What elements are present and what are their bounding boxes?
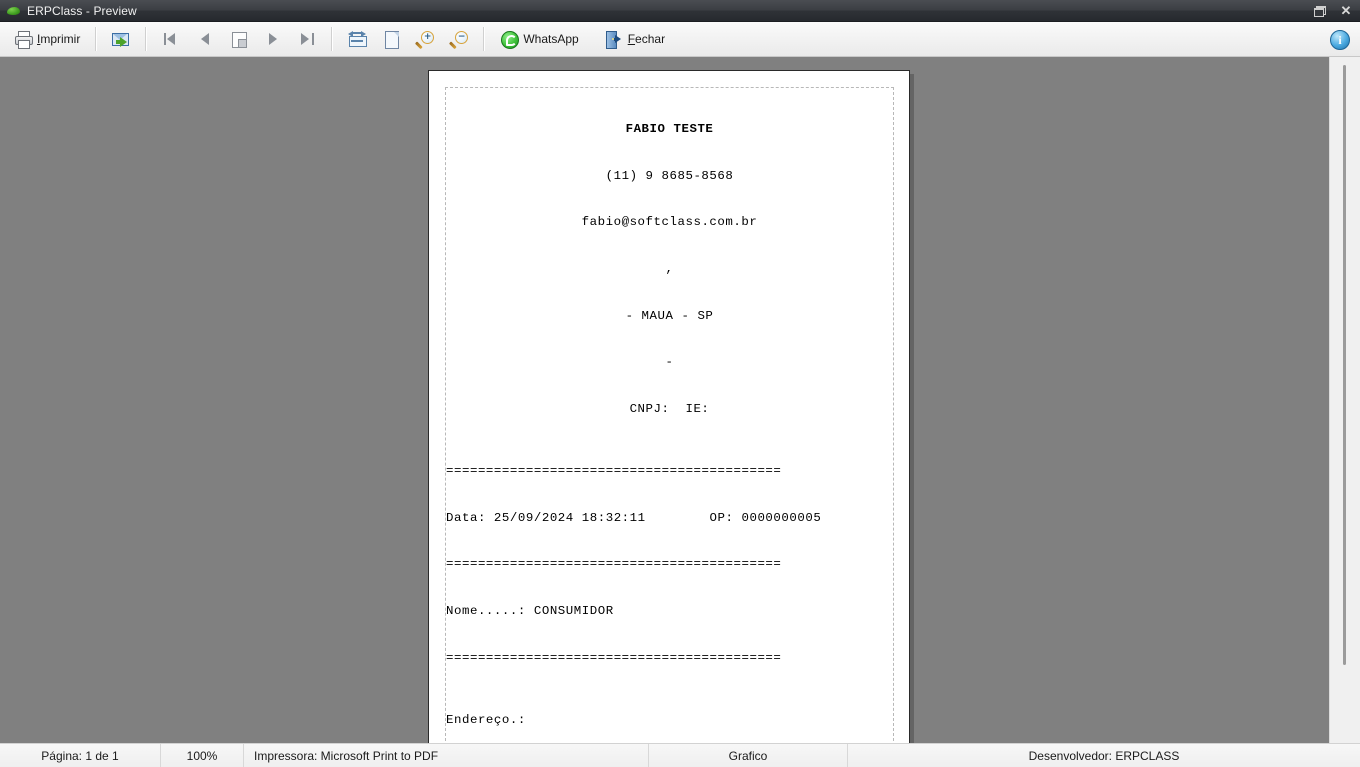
status-developer: Desenvolvedor: ERPCLASS (1028, 748, 1180, 763)
company-dash: - (665, 355, 674, 370)
close-preview-label: Fechar (627, 32, 666, 46)
first-page-button[interactable] (154, 25, 188, 53)
toolbar-group-actions: WhatsApp Fechar (492, 22, 673, 56)
company-phone: (11) 9 8685-8568 (605, 168, 734, 183)
toolbar-separator-4 (483, 27, 486, 51)
leaf-icon (6, 3, 21, 18)
toolbar: Imprimir + − WhatsApp Fechar i (0, 22, 1360, 57)
printer-icon (14, 30, 33, 49)
last-page-icon (298, 30, 316, 48)
mail-export-icon (112, 30, 130, 48)
vertical-scrollbar[interactable] (1329, 57, 1360, 743)
zoom-out-button[interactable]: − (442, 25, 476, 53)
next-page-icon (264, 30, 282, 48)
status-bar: Página: 1 de 1 100% Impressora: Microsof… (0, 743, 1360, 767)
toolbar-group-view: + − (340, 22, 476, 56)
last-page-button[interactable] (290, 25, 324, 53)
fit-width-icon (348, 30, 368, 48)
company-address: , (665, 262, 674, 277)
company-email: fabio@softclass.com.br (581, 215, 758, 230)
company-cnpj-ie: CNPJ: IE: (629, 401, 710, 416)
whatsapp-icon (500, 30, 520, 49)
status-render-mode: Grafico (649, 744, 848, 767)
company-name: FABIO TESTE (625, 122, 714, 137)
close-window-button[interactable]: ✕ (1332, 0, 1360, 21)
fit-width-button[interactable] (340, 25, 374, 53)
vertical-scrollbar-thumb[interactable] (1343, 65, 1346, 665)
preview-canvas: FABIO TESTE (11) 9 8685-8568 fabio@softc… (0, 57, 1330, 743)
erpclass-preview-window: ERPClass - Preview ✕ Imprimir + − WhatsA… (0, 0, 1360, 767)
status-page-indicator: Página: 1 de 1 (0, 744, 161, 767)
window-title: ERPClass - Preview (27, 3, 137, 18)
toolbar-separator-3 (331, 27, 334, 51)
window-buttons: ✕ (1306, 0, 1360, 21)
separator-double-3: ========================================… (446, 650, 782, 665)
customer-name-line: Nome.....: CONSUMIDOR (446, 604, 614, 619)
exit-door-icon (605, 30, 623, 49)
separator-double-2: ========================================… (446, 557, 782, 572)
info-icon[interactable]: i (1330, 30, 1350, 50)
previous-page-icon (196, 30, 214, 48)
first-page-icon (162, 30, 180, 48)
zoom-in-button[interactable]: + (408, 25, 442, 53)
close-preview-button[interactable]: Fechar (597, 25, 673, 53)
toolbar-group-navigation (154, 22, 324, 56)
zoom-in-icon: + (415, 30, 435, 50)
company-city-state: - MAUA - SP (625, 308, 714, 323)
title-bar: ERPClass - Preview ✕ (0, 0, 1360, 22)
status-zoom-level: 100% (161, 744, 244, 767)
toolbar-separator-2 (145, 27, 148, 51)
next-page-button[interactable] (256, 25, 290, 53)
doc-date-op-line: Data: 25/09/2024 18:32:11 OP: 0000000005 (446, 510, 822, 525)
restore-button[interactable] (1306, 0, 1332, 21)
zoom-in-sign: + (423, 31, 432, 42)
whole-page-button[interactable] (374, 25, 408, 53)
document-page: FABIO TESTE (11) 9 8685-8568 fabio@softc… (428, 70, 910, 743)
print-button-label: Imprimir (37, 32, 81, 46)
whatsapp-button[interactable]: WhatsApp (492, 25, 586, 53)
print-button[interactable]: Imprimir (6, 25, 88, 53)
status-printer: Impressora: Microsoft Print to PDF (244, 744, 649, 767)
whatsapp-button-label: WhatsApp (523, 32, 579, 46)
goto-page-button[interactable] (222, 25, 256, 53)
customer-endereco: Endereço.: (446, 712, 526, 727)
export-email-button[interactable] (104, 25, 138, 53)
zoom-out-icon: − (449, 30, 469, 50)
whole-page-icon (382, 30, 400, 49)
preview-area: FABIO TESTE (11) 9 8685-8568 fabio@softc… (0, 57, 1360, 743)
toolbar-separator-1 (95, 27, 98, 51)
toolbar-group-print: Imprimir (6, 22, 88, 56)
receipt-text: FABIO TESTE (11) 9 8685-8568 fabio@softc… (446, 91, 893, 743)
zoom-out-sign: − (457, 31, 466, 42)
goto-page-icon (230, 30, 248, 48)
previous-page-button[interactable] (188, 25, 222, 53)
toolbar-group-export (104, 22, 138, 56)
separator-double-1: ========================================… (446, 464, 782, 479)
